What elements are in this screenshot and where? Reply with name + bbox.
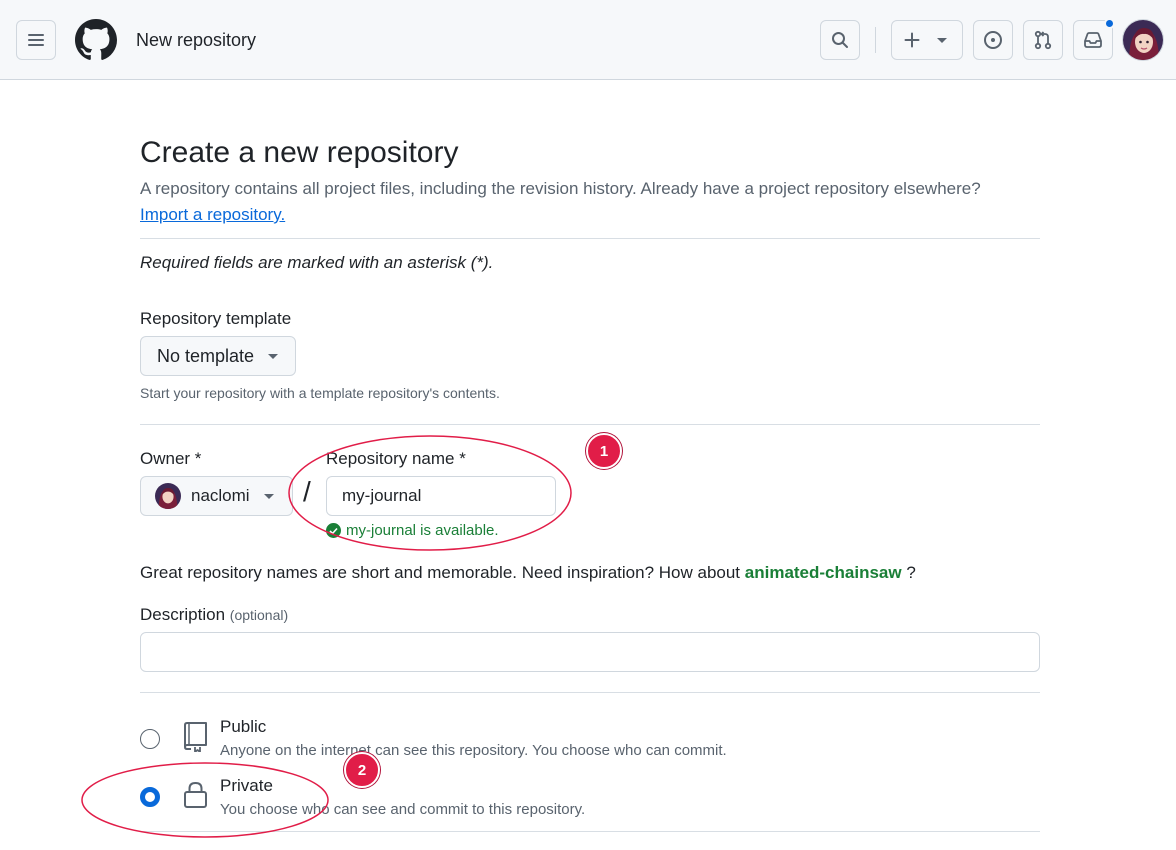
annotation-badge-1: 1 xyxy=(586,433,622,469)
repo-name-input[interactable]: my-journal xyxy=(326,476,556,516)
menu-icon xyxy=(28,34,44,46)
required-fields-note: Required fields are marked with an aster… xyxy=(140,253,494,272)
owner-label: Owner * xyxy=(140,449,202,468)
github-logo[interactable] xyxy=(75,19,117,61)
header-page-title: New repository xyxy=(136,30,257,50)
issues-button[interactable] xyxy=(973,20,1013,60)
inspiration-prefix: Great repository names are short and mem… xyxy=(140,563,741,582)
lock-icon xyxy=(184,781,207,808)
description-optional: (optional) xyxy=(229,607,289,623)
check-circle-icon xyxy=(326,523,341,538)
search-button[interactable] xyxy=(820,20,860,60)
description-label-text: Description xyxy=(140,605,226,624)
page-heading: Create a new repository xyxy=(140,136,459,169)
description-input[interactable] xyxy=(140,632,1040,672)
annotation-badge-2: 2 xyxy=(344,752,380,788)
availability-text: my-journal is available. xyxy=(346,522,499,539)
template-help: Start your repository with a template re… xyxy=(140,385,500,401)
header-divider xyxy=(875,27,876,53)
private-radio[interactable] xyxy=(140,787,160,807)
divider xyxy=(140,831,1040,832)
owner-dropdown[interactable]: naclomi xyxy=(140,476,293,516)
user-avatar[interactable] xyxy=(1122,19,1164,61)
template-dropdown[interactable]: No template xyxy=(140,336,296,376)
owner-repo-separator: / xyxy=(303,476,311,507)
public-radio[interactable] xyxy=(140,729,160,749)
template-value: No template xyxy=(157,345,255,366)
private-description: You choose who can see and commit to thi… xyxy=(220,801,586,818)
owner-value: naclomi xyxy=(191,486,250,505)
chevron-down-icon xyxy=(937,37,947,43)
notification-dot xyxy=(1104,18,1115,29)
public-description: Anyone on the internet can see this repo… xyxy=(220,742,727,759)
menu-button[interactable] xyxy=(16,20,56,60)
divider xyxy=(140,692,1040,693)
availability-status: my-journal is available. xyxy=(326,522,499,539)
public-title: Public xyxy=(220,717,267,736)
suggested-name[interactable]: animated-chainsaw xyxy=(745,563,902,582)
description-label: Description (optional) xyxy=(140,605,288,625)
inbox-icon xyxy=(1084,32,1102,48)
plus-icon xyxy=(904,32,920,48)
import-repository-link[interactable]: Import a repository. xyxy=(140,205,285,225)
divider xyxy=(140,424,1040,425)
repo-icon xyxy=(184,722,207,752)
page-description: A repository contains all project files,… xyxy=(140,179,981,198)
pull-requests-button[interactable] xyxy=(1023,20,1063,60)
private-title: Private xyxy=(220,776,273,795)
repo-name-label: Repository name * xyxy=(326,449,466,468)
owner-avatar xyxy=(155,483,181,509)
new-repository-form: Create a new repository A repository con… xyxy=(140,80,1040,850)
template-label: Repository template xyxy=(140,309,292,328)
create-new-button[interactable] xyxy=(891,20,963,60)
issues-icon xyxy=(984,31,1002,49)
chevron-down-icon xyxy=(263,493,274,499)
divider xyxy=(140,238,1040,239)
chevron-down-icon xyxy=(268,353,279,359)
search-icon xyxy=(832,32,848,48)
pull-requests-icon xyxy=(1034,30,1052,50)
inspiration-text: Great repository names are short and mem… xyxy=(140,563,916,583)
inspiration-suffix: ? xyxy=(906,563,916,582)
top-header: New repository xyxy=(0,0,1176,80)
